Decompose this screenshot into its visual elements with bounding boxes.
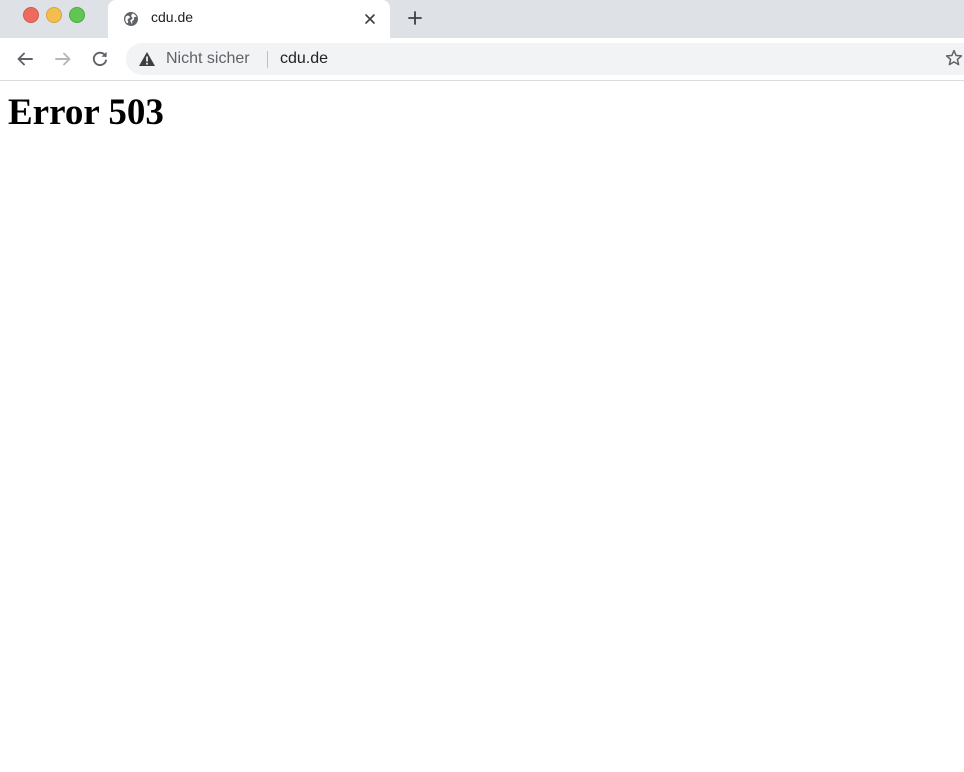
- window-close-button[interactable]: [23, 7, 39, 23]
- reload-button[interactable]: [89, 48, 111, 70]
- tab-close-button[interactable]: [360, 9, 380, 29]
- window-minimize-button[interactable]: [46, 7, 62, 23]
- error-heading: Error 503: [8, 92, 164, 133]
- security-status-label[interactable]: Nicht sicher: [166, 50, 250, 68]
- address-separator: [267, 51, 268, 68]
- browser-tab[interactable]: cdu.de: [108, 0, 390, 38]
- plus-icon: [408, 11, 422, 25]
- forward-button[interactable]: [52, 48, 74, 70]
- close-icon: [365, 14, 375, 24]
- url-text[interactable]: cdu.de: [280, 50, 328, 68]
- star-icon: [945, 49, 963, 66]
- warning-triangle-icon: [139, 52, 155, 66]
- window-maximize-button[interactable]: [69, 7, 85, 23]
- title-bar: cdu.de: [0, 0, 964, 38]
- back-button[interactable]: [14, 48, 36, 70]
- page-content: Error 503: [0, 81, 964, 772]
- bookmark-button[interactable]: [944, 48, 964, 68]
- browser-toolbar: Nicht sicher cdu.de: [0, 38, 964, 81]
- new-tab-button[interactable]: [404, 7, 426, 29]
- tab-title: cdu.de: [151, 9, 194, 25]
- reload-icon: [92, 51, 107, 67]
- arrow-left-icon: [17, 52, 33, 66]
- globe-icon: [124, 12, 138, 26]
- arrow-right-icon: [55, 52, 71, 66]
- address-bar[interactable]: Nicht sicher cdu.de: [126, 43, 964, 75]
